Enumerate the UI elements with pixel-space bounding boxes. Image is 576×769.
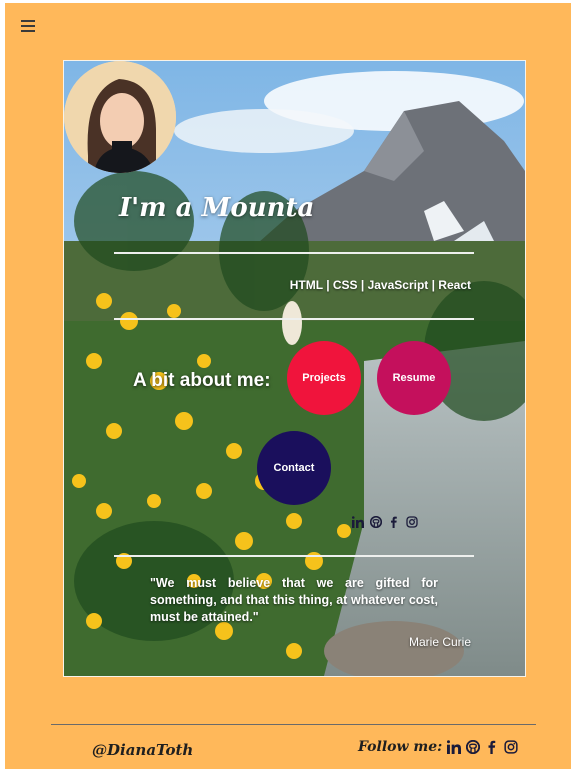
divider (114, 555, 474, 557)
headline: I'm a Mounta (119, 193, 315, 223)
footer-divider (51, 724, 536, 725)
quote-text: "We must believe that we are gifted for … (150, 576, 438, 624)
divider (114, 252, 474, 254)
quote-author: Marie Curie (408, 635, 471, 649)
social-links (352, 516, 418, 528)
linkedin-icon[interactable] (352, 516, 364, 528)
instagram-icon[interactable] (504, 740, 518, 754)
page: I'm a Mounta HTML | CSS | JavaScript | R… (5, 3, 571, 769)
divider (114, 318, 474, 320)
avatar (64, 61, 176, 173)
linkedin-icon[interactable] (447, 740, 462, 754)
resume-button[interactable]: Resume (377, 341, 451, 415)
github-icon[interactable] (370, 516, 382, 528)
projects-button[interactable]: Projects (287, 341, 361, 415)
github-icon[interactable] (466, 740, 481, 754)
hamburger-menu-icon[interactable] (21, 20, 35, 32)
instagram-icon[interactable] (406, 516, 418, 528)
facebook-icon[interactable] (388, 516, 400, 528)
follow-label: Follow me: (358, 739, 443, 755)
skills-line: HTML | CSS | JavaScript | React (289, 278, 471, 292)
contact-button[interactable]: Contact (257, 431, 331, 505)
facebook-icon[interactable] (485, 740, 499, 754)
footer-follow: Follow me: (358, 739, 518, 755)
hero-card: I'm a Mounta HTML | CSS | JavaScript | R… (63, 60, 526, 677)
footer-handle: @DianaToth (92, 741, 194, 759)
about-heading: A bit about me: (133, 370, 271, 391)
profile-photo (64, 61, 176, 173)
